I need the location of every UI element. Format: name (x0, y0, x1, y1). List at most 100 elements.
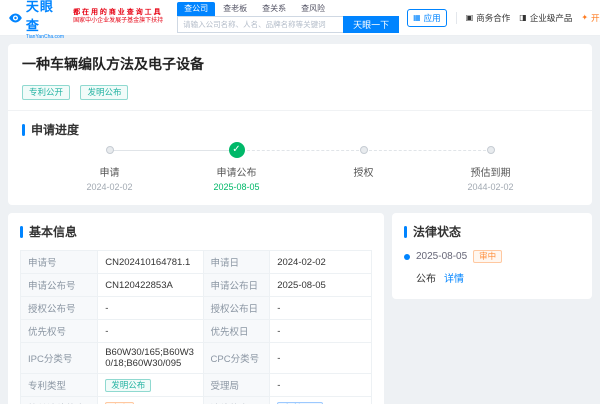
table-row: 申请号 CN202410164781.1 申请日 2024-02-02 (21, 251, 372, 274)
step-label: 预估到期 (427, 164, 554, 179)
patent-status-tag: 专利公开 (22, 85, 70, 100)
info-value-cell: CN120422853A (98, 274, 203, 297)
table-row: 优先权号-优先权日- (21, 320, 372, 343)
table-row: 专利类型发明公布 受理局- (21, 374, 372, 397)
legal-detail-link[interactable]: 详情 (444, 270, 464, 285)
info-label-cell: 申请日 (203, 251, 270, 274)
nav-item-2[interactable]: ◨企业级产品 (519, 12, 572, 24)
table-row: 简单法律状态审中法律状态专利公开 (21, 397, 372, 404)
basic-info-section-label: 基本信息 (29, 223, 77, 240)
top-nav: ▦应用▣商务合作◨企业级产品✦开通会员♛超级VIP (407, 9, 600, 27)
info-value: B60W30/165;B60W30/18;B60W30/095 (105, 347, 194, 369)
page-title: 一种车辆编队方法及电子设备 (22, 54, 578, 74)
info-label-cell: 法律状态 (203, 397, 270, 404)
slogan: 都 在 用 的 商 业 查 询 工 具 国家中小企业发展子基金旗下扶持 (73, 9, 163, 25)
search-tabs: 查公司查老板查关系查风险 (177, 2, 399, 16)
info-label-cell: 受理局 (203, 374, 270, 397)
legal-section-label: 法律状态 (413, 223, 461, 240)
patent-header-card: 一种车辆编队方法及电子设备 专利公开 发明公布 申请进度 申请 2024-02-0… (8, 44, 592, 205)
info-value: CN202410164781.1 (105, 257, 190, 268)
legal-status-item: 2025-08-05 审中 公布 详情 (404, 250, 580, 285)
info-value-cell: B60W30/165;B60W30/18;B60W30/095 (98, 343, 203, 374)
briefcase-icon: ▣ (466, 14, 474, 22)
basic-info-table: 申请号CN202410164781.1申请日2024-02-02申请公布号CN1… (20, 250, 372, 404)
status-tag: 发明公布 (105, 379, 151, 392)
timeline-dot-icon (404, 254, 410, 260)
info-label-cell: CPC分类号 (203, 343, 270, 374)
gift-icon: ✦ (581, 14, 588, 22)
patent-type-tag: 发明公布 (80, 85, 128, 100)
search-tab-2[interactable]: 查关系 (255, 2, 293, 16)
search-button[interactable]: 天眼一下 (343, 16, 399, 33)
logo-brand: 天眼查 (26, 0, 65, 34)
info-label-cell: 申请公布日 (203, 274, 270, 297)
info-value: - (277, 380, 280, 391)
info-label-cell: 优先权日 (203, 320, 270, 343)
progress-step-3: 预估到期 2044-02-02 (427, 142, 554, 193)
info-value-cell: 发明公布 (98, 374, 203, 397)
info-value-cell: - (98, 320, 203, 343)
progress-section-title: 申请进度 (22, 121, 578, 138)
info-value-cell: CN202410164781.1 (98, 251, 203, 274)
search-tab-1[interactable]: 查老板 (216, 2, 254, 16)
step-dot-icon (487, 146, 495, 154)
step-date: 2025-08-05 (173, 182, 300, 193)
search-input[interactable] (177, 16, 343, 33)
info-value: - (277, 326, 280, 337)
nav-item-1[interactable]: ▣商务合作 (466, 12, 511, 24)
info-label-cell: 优先权号 (21, 320, 98, 343)
legal-status-card: 法律状态 2025-08-05 审中 公布 详情 (392, 213, 592, 299)
legal-status-tag: 审中 (473, 250, 502, 263)
info-label-cell: IPC分类号 (21, 343, 98, 374)
section-bar (20, 226, 23, 238)
application-progress-timeline: 申请2024-02-02✓申请公布2025-08-05授权预估到期2044-02… (22, 138, 578, 193)
info-value-cell: 2025-08-05 (270, 274, 372, 297)
legal-status-date: 2025-08-05 (416, 251, 467, 262)
search-tab-0[interactable]: 查公司 (177, 2, 215, 16)
info-label-cell: 申请号 (21, 251, 98, 274)
table-row: IPC分类号 B60W30/165;B60W30/18;B60W30/095 CPC… (21, 343, 372, 374)
info-label-cell: 专利类型 (21, 374, 98, 397)
info-value: 2024-02-02 (277, 257, 326, 268)
search-area: 查公司查老板查关系查风险 天眼一下 (177, 2, 399, 33)
divider (8, 110, 592, 111)
info-value: CN120422853A (105, 280, 173, 291)
slogan-line1: 都 在 用 的 商 业 查 询 工 具 (73, 9, 163, 18)
nav-item-label: 应用 (424, 12, 441, 24)
step-label: 申请公布 (173, 164, 300, 179)
basic-info-section-title: 基本信息 (20, 223, 372, 240)
step-dot-icon (106, 146, 114, 154)
info-value-cell: - (270, 320, 372, 343)
info-value-cell: - (270, 297, 372, 320)
main-content: 一种车辆编队方法及电子设备 专利公开 发明公布 申请进度 申请 2024-02-0… (0, 36, 600, 404)
nav-separator (456, 12, 457, 24)
info-value-cell: - (98, 297, 203, 320)
table-row: 申请公布号CN120422853A申请公布日2025-08-05 (21, 274, 372, 297)
info-value-cell: 2024-02-02 (270, 251, 372, 274)
table-row: 授权公布号-授权公布日- (21, 297, 372, 320)
legal-action-label: 公布 (416, 270, 436, 285)
step-date: 2044-02-02 (427, 182, 554, 193)
section-bar (22, 124, 25, 136)
step-dot-icon (360, 146, 368, 154)
info-value-cell: - (270, 374, 372, 397)
info-value-cell: 审中 (98, 397, 203, 404)
patent-tags: 专利公开 发明公布 (22, 82, 578, 100)
step-label: 申请 (46, 164, 173, 179)
info-value-cell: 专利公开 (270, 397, 372, 404)
section-bar (404, 226, 407, 238)
step-date: 2024-02-02 (46, 182, 173, 193)
info-label-cell: 简单法律状态 (21, 397, 98, 404)
slogan-line2: 国家中小企业发展子基金旗下扶持 (73, 18, 163, 26)
nav-item-0[interactable]: ▦应用 (407, 9, 447, 27)
topbar: 天眼查 TianYanCha.com 都 在 用 的 商 业 查 询 工 具 国… (0, 0, 600, 36)
step-date (300, 182, 427, 193)
info-value-cell: - (270, 343, 372, 374)
nav-item-label: 开通会员 (591, 12, 600, 24)
search-tab-3[interactable]: 查风险 (294, 2, 332, 16)
info-label-cell: 授权公布号 (21, 297, 98, 320)
nav-item-3[interactable]: ✦开通会员 (581, 12, 600, 24)
tianyancha-logo[interactable]: 天眼查 TianYanCha.com (8, 0, 65, 40)
info-value: - (105, 326, 108, 337)
info-value: - (105, 303, 108, 314)
